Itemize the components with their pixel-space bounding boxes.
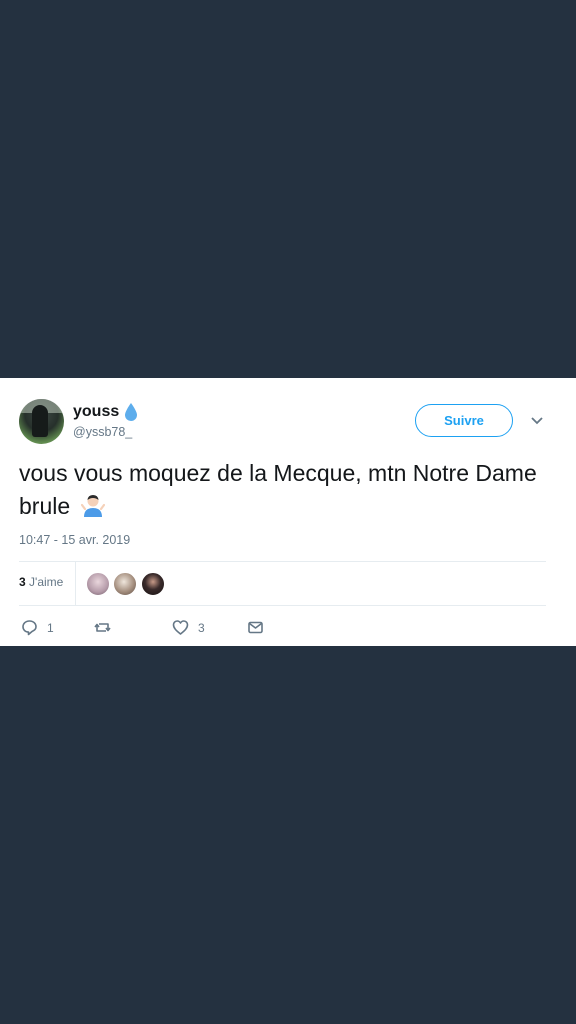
- reply-button[interactable]: 1: [21, 619, 54, 636]
- like-button[interactable]: 3: [172, 619, 205, 636]
- vertical-divider: [75, 562, 76, 605]
- liker-avatar[interactable]: [86, 572, 110, 596]
- liker-avatar[interactable]: [113, 572, 137, 596]
- user-avatar[interactable]: [19, 399, 64, 444]
- droplet-icon: [125, 403, 138, 421]
- message-button[interactable]: [247, 619, 264, 636]
- display-name-row[interactable]: youss: [73, 402, 139, 422]
- retweet-icon: [94, 623, 111, 632]
- message-icon: [248, 621, 263, 634]
- like-icon: [172, 620, 189, 635]
- likes-summary[interactable]: 3 J'aime: [19, 575, 63, 589]
- tweet-text-block: vous vous moquez de la Mecque, mtn Notre…: [19, 457, 559, 523]
- chevron-down-icon[interactable]: [530, 416, 544, 426]
- like-count: 3: [198, 620, 205, 635]
- user-handle[interactable]: @yssb78_: [73, 425, 132, 439]
- tweet-timestamp[interactable]: 10:47 - 15 avr. 2019: [19, 533, 130, 547]
- display-name[interactable]: youss: [73, 403, 119, 421]
- retweet-button[interactable]: [94, 619, 120, 636]
- likes-label: J'aime: [29, 575, 64, 589]
- reply-icon: [22, 620, 37, 636]
- divider: [19, 605, 546, 606]
- divider: [19, 561, 546, 562]
- follow-button[interactable]: Suivre: [415, 404, 513, 437]
- likes-count: 3: [19, 575, 26, 589]
- liker-avatar[interactable]: [141, 572, 165, 596]
- reply-count: 1: [47, 620, 54, 635]
- person-shrugging-icon: [80, 495, 105, 517]
